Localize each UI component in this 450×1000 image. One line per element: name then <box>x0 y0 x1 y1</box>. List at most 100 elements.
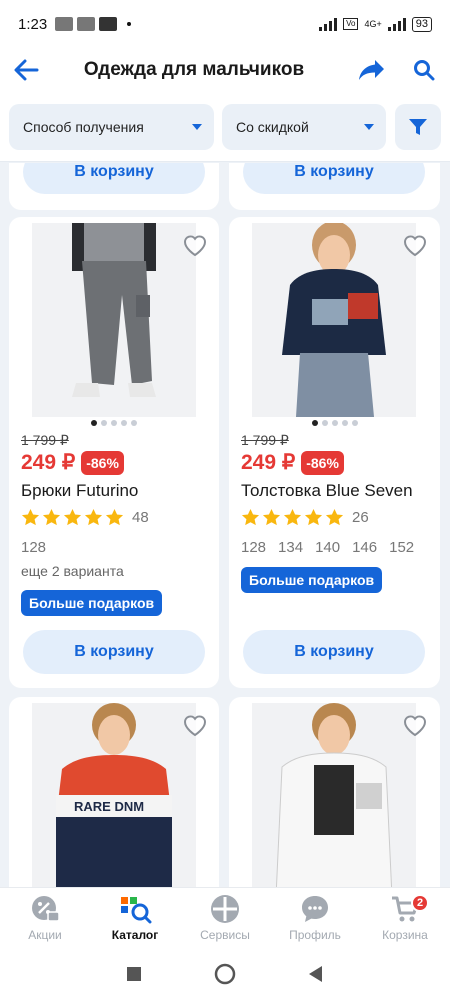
product-card-partial: В корзину <box>9 163 219 210</box>
discount-select[interactable]: Со скидкой <box>222 103 386 150</box>
nav-promos-label: Акции <box>28 928 62 942</box>
product-grid: В корзину В корзину 1 799 ₽ 249 ₽ -86% Б… <box>0 163 450 887</box>
star-icon <box>84 508 103 526</box>
product-photo[interactable] <box>252 703 416 887</box>
delivery-method-select[interactable]: Способ получения <box>9 103 214 150</box>
app-header: Одежда для мальчиков <box>0 48 450 92</box>
star-icon <box>283 508 302 526</box>
more-gifts-badge[interactable]: Больше подарков <box>21 590 163 616</box>
app-notification-icon <box>77 17 96 31</box>
nav-cart-label: Корзина <box>382 928 428 942</box>
nav-services[interactable]: Сервисы <box>180 888 270 947</box>
recents-square-icon[interactable] <box>126 966 142 982</box>
star-icon <box>241 508 260 526</box>
product-card[interactable]: 1 799 ₽ 249 ₽ -86% Брюки Futurino 48 128… <box>9 217 219 688</box>
nav-promos[interactable]: Акции <box>0 888 90 947</box>
size-option[interactable]: 152 <box>389 539 414 556</box>
product-card[interactable]: 1 799 ₽ 249 ₽ -86% Толстовка Blue Seven … <box>229 217 440 688</box>
heart-icon[interactable] <box>181 231 209 259</box>
product-name[interactable]: Толстовка Blue Seven <box>241 481 413 501</box>
rating: 48 <box>21 508 149 527</box>
back-triangle-icon[interactable] <box>308 965 324 983</box>
filter-button[interactable] <box>395 103 441 150</box>
rating-count: 48 <box>132 509 149 526</box>
nav-catalog-label: Каталог <box>111 928 159 942</box>
more-notifications-icon <box>127 22 132 26</box>
price: 249 ₽ <box>21 451 76 474</box>
status-bar: 1:23 Vo 4G+ 93 <box>0 0 450 48</box>
home-circle-icon[interactable] <box>214 963 236 985</box>
filters-bar: Способ получения Со скидкой <box>0 92 450 162</box>
search-icon <box>414 60 435 81</box>
network-type: 4G+ <box>364 19 382 29</box>
star-icon <box>262 508 281 526</box>
old-price: 1 799 ₽ <box>241 432 289 448</box>
size-option[interactable]: 146 <box>352 539 377 556</box>
heart-icon[interactable] <box>401 231 429 259</box>
svg-text:RARE DNM: RARE DNM <box>74 799 144 814</box>
photo-pagination <box>229 420 440 426</box>
bottom-navigation: Акции Каталог Сервисы Профиль 2 Корзина <box>0 887 450 947</box>
filter-icon <box>409 118 427 135</box>
size-option[interactable]: 128 <box>241 539 266 556</box>
size-list: 128 134 140 146 152 <box>241 539 414 556</box>
app-notification-icon <box>99 17 118 31</box>
chevron-down-icon <box>364 123 374 130</box>
size-option[interactable]: 140 <box>315 539 340 556</box>
discount-badge: -86% <box>301 450 344 475</box>
search-button[interactable] <box>398 48 450 92</box>
battery-icon: 93 <box>411 16 432 32</box>
services-grid-icon <box>211 895 239 923</box>
old-price: 1 799 ₽ <box>21 432 69 448</box>
size-option[interactable]: 134 <box>278 539 303 556</box>
add-to-cart-button[interactable]: В корзину <box>23 163 205 194</box>
nav-services-label: Сервисы <box>200 928 250 942</box>
signal-icon <box>319 17 338 31</box>
heart-icon[interactable] <box>181 711 209 739</box>
product-card-partial: В корзину <box>229 163 440 210</box>
price-row: 249 ₽ -86% <box>21 450 124 475</box>
star-icon <box>21 508 40 526</box>
product-card[interactable] <box>229 697 440 887</box>
star-icon <box>42 508 61 526</box>
add-to-cart-button[interactable]: В корзину <box>243 630 425 674</box>
star-icon <box>304 508 323 526</box>
photo-pagination <box>9 420 219 426</box>
size-list: 128 <box>21 539 46 556</box>
cart-count-badge: 2 <box>411 894 429 912</box>
back-button[interactable] <box>0 48 52 92</box>
nav-cart[interactable]: 2 Корзина <box>360 888 450 947</box>
signal-icon <box>387 17 406 31</box>
heart-icon[interactable] <box>401 711 429 739</box>
rating-count: 26 <box>352 509 369 526</box>
discount-label: Со скидкой <box>236 118 309 135</box>
arrow-left-icon <box>14 59 39 81</box>
delivery-method-label: Способ получения <box>23 118 144 135</box>
share-button[interactable] <box>346 48 398 92</box>
product-photo[interactable] <box>252 223 416 417</box>
share-icon <box>359 60 384 80</box>
variants-link[interactable]: еще 2 варианта <box>21 563 124 579</box>
product-photo[interactable] <box>32 223 196 417</box>
profile-chat-icon <box>302 896 328 922</box>
more-gifts-badge[interactable]: Больше подарков <box>241 567 383 593</box>
discount-badge: -86% <box>81 450 124 475</box>
product-card[interactable]: RARE DNM <box>9 697 219 887</box>
product-name[interactable]: Брюки Futurino <box>21 481 138 501</box>
rating: 26 <box>241 508 369 527</box>
page-title: Одежда для мальчиков <box>83 59 305 80</box>
star-icon <box>105 508 124 526</box>
volte-icon: Vo <box>343 18 359 30</box>
nav-profile[interactable]: Профиль <box>270 888 360 947</box>
nav-catalog[interactable]: Каталог <box>90 888 180 947</box>
product-photo[interactable]: RARE DNM <box>32 703 196 887</box>
add-to-cart-button[interactable]: В корзину <box>243 163 425 194</box>
price-row: 249 ₽ -86% <box>241 450 344 475</box>
catalog-search-icon <box>121 897 152 924</box>
star-icon <box>63 508 82 526</box>
status-time: 1:23 <box>18 15 48 33</box>
size-option[interactable]: 128 <box>21 539 46 556</box>
add-to-cart-button[interactable]: В корзину <box>23 630 205 674</box>
price: 249 ₽ <box>241 451 296 474</box>
system-navigation-bar <box>0 947 450 1000</box>
